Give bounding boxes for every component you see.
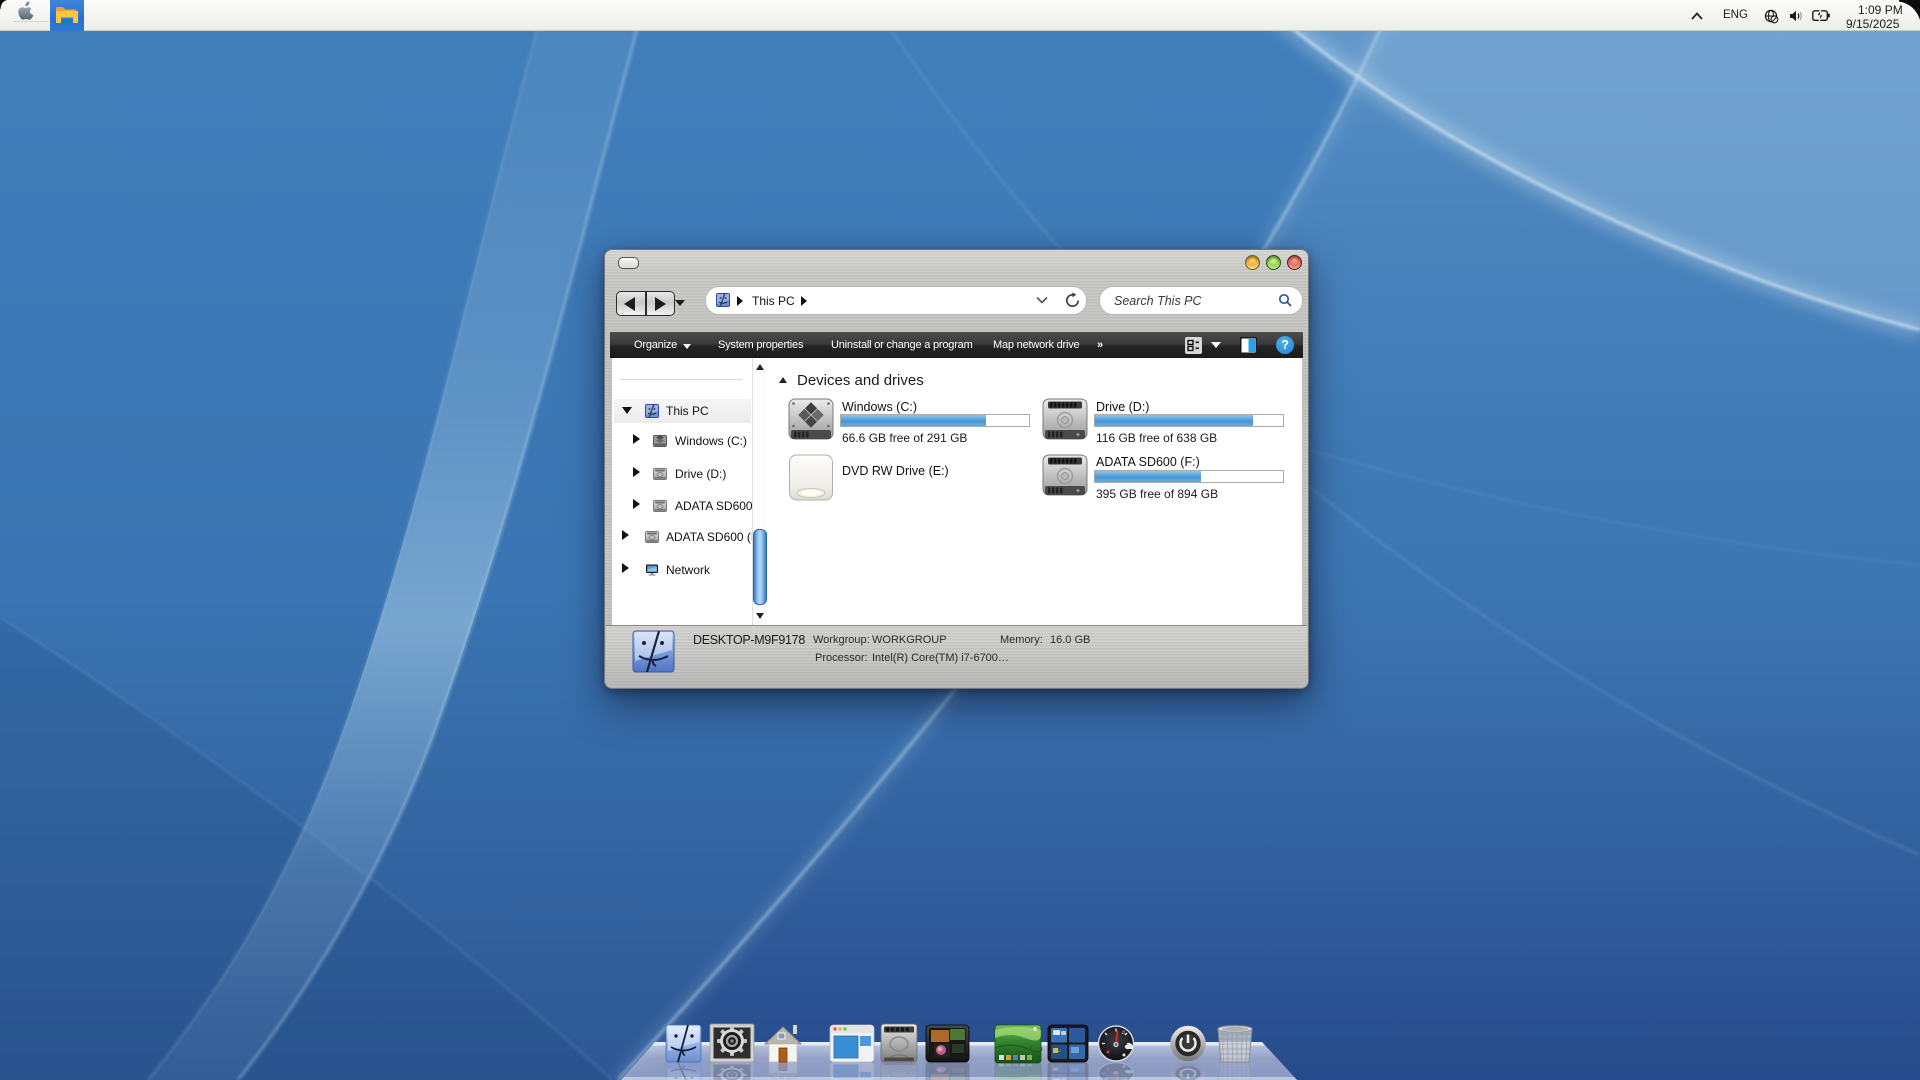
svg-text:♫: ♫ [1121,1030,1126,1036]
